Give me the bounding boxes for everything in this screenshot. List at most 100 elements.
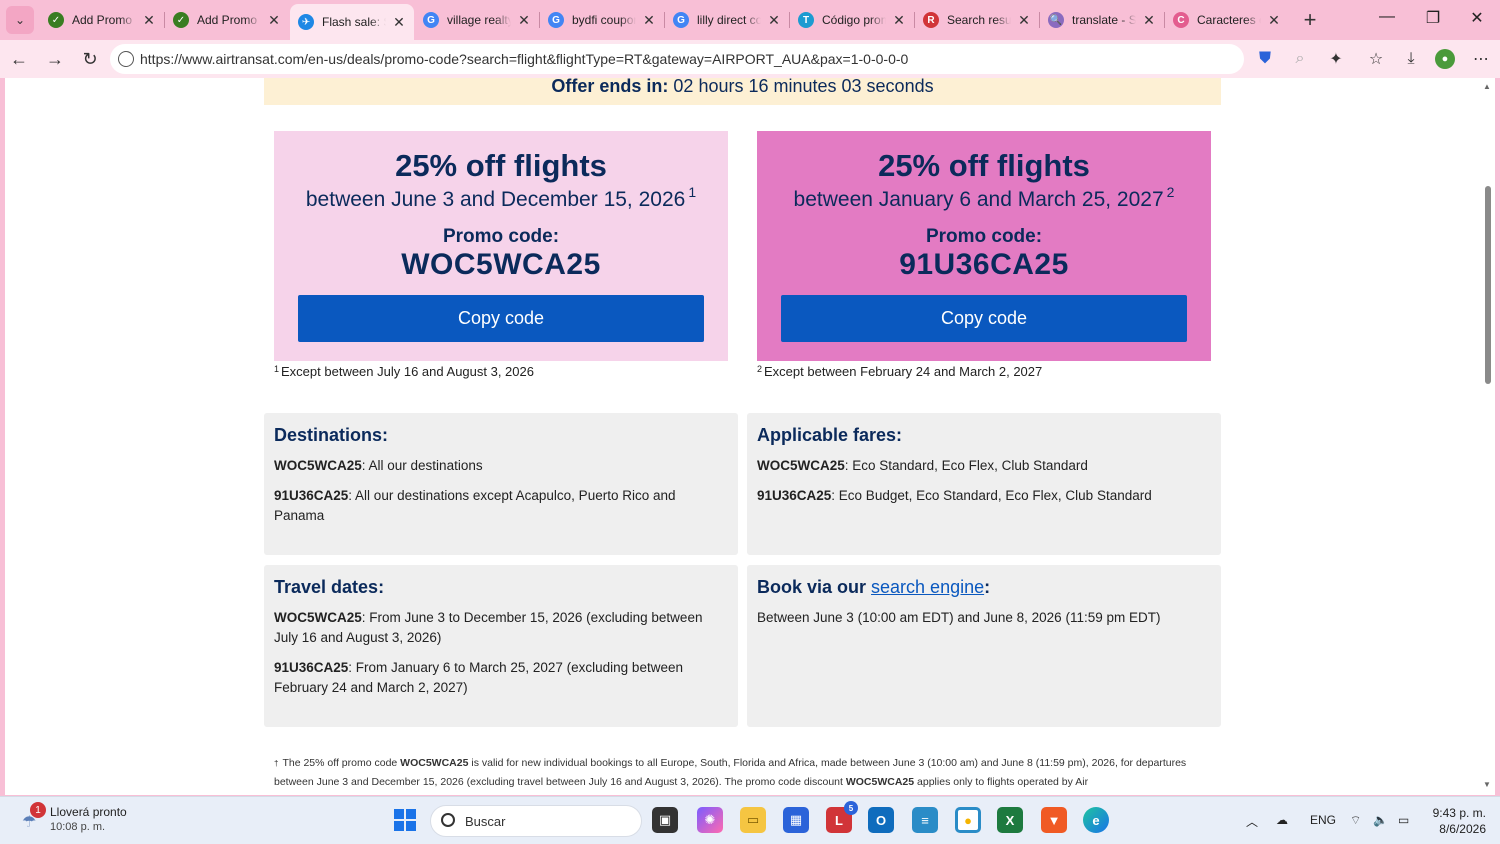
close-tab-icon[interactable]: ✕: [642, 12, 656, 29]
destinations-card: Destinations: WOC5WCA25: All our destina…: [264, 413, 738, 555]
refresh-button[interactable]: ↻: [79, 48, 101, 70]
weather-title: Lloverá pronto: [50, 805, 127, 819]
close-tab-icon[interactable]: ✕: [267, 12, 281, 29]
applicable-fares-card: Applicable fares: WOC5WCA25: Eco Standar…: [747, 413, 1221, 555]
copy-code-button[interactable]: Copy code: [781, 295, 1187, 342]
fares-row: 91U36CA25: Eco Budget, Eco Standard, Eco…: [757, 488, 1152, 503]
weather-widget[interactable]: ☂ 1 Lloverá pronto 10:08 p. m.: [20, 802, 127, 833]
tab-title: translate - Se: [1072, 13, 1136, 27]
windows-taskbar: ☂ 1 Lloverá pronto 10:08 p. m. Buscar ▣ …: [0, 796, 1500, 844]
favorites-icon[interactable]: ☆: [1366, 49, 1386, 69]
tab-title: Add Promo C: [197, 13, 261, 27]
scrollbar-thumb[interactable]: [1485, 186, 1491, 384]
tab-title: bydfi coupon: [572, 13, 636, 27]
tab-title: Search results: [947, 13, 1011, 27]
destinations-row: 91U36CA25: All our destinations except A…: [274, 488, 676, 523]
promo-code: WOC5WCA25: [401, 248, 601, 281]
download-icon[interactable]: ⤓: [1401, 49, 1421, 69]
tab-title: Caracteres e: [1197, 13, 1261, 27]
address-bar[interactable]: https://www.airtransat.com/en-us/deals/p…: [110, 44, 1244, 74]
minimize-button[interactable]: —: [1372, 8, 1402, 26]
browser-tab[interactable]: ✓ Add Promo C ✕: [165, 4, 289, 36]
clock-time: 9:43 p. m.: [1432, 806, 1486, 820]
excel-icon[interactable]: X: [997, 807, 1023, 833]
profile-avatar-icon[interactable]: ●: [1435, 49, 1455, 69]
file-explorer-icon[interactable]: ▭: [740, 807, 766, 833]
close-tab-icon[interactable]: ✕: [142, 12, 156, 29]
search-engine-link[interactable]: search engine: [871, 577, 984, 597]
task-view-icon[interactable]: ▣: [652, 807, 678, 833]
tab-favicon-icon: T: [798, 12, 814, 28]
copy-code-button[interactable]: Copy code: [298, 295, 704, 342]
browser-tab[interactable]: ✈ Flash sale: Sa ✕: [290, 4, 414, 40]
taskbar-search-placeholder: Buscar: [465, 813, 506, 829]
tab-favicon-icon: G: [673, 12, 689, 28]
travel-row: 91U36CA25: From January 6 to March 25, 2…: [274, 660, 683, 695]
brave-icon[interactable]: ▼: [1041, 807, 1067, 833]
tab-favicon-icon: G: [423, 12, 439, 28]
mail-count-badge: 5: [844, 801, 858, 815]
refresh-icon: ↻: [82, 48, 98, 69]
tab-favicon-icon: C: [1173, 12, 1189, 28]
tab-title: lilly direct co: [697, 13, 761, 27]
browser-tab[interactable]: Gvillage realty ✕: [415, 4, 539, 36]
weather-badge: 1: [30, 802, 46, 818]
notepad-icon[interactable]: ≡: [912, 807, 938, 833]
close-window-button[interactable]: ✕: [1462, 8, 1492, 28]
browser-tab[interactable]: 🔍 translate - Se ✕: [1040, 4, 1164, 36]
edge-icon[interactable]: e: [1083, 807, 1109, 833]
outlook-icon[interactable]: O: [868, 807, 894, 833]
book-title: Book via our search engine:: [757, 577, 991, 597]
scroll-up-icon[interactable]: ▲: [1483, 82, 1491, 91]
scroll-down-icon[interactable]: ▼: [1483, 780, 1491, 789]
tab-favicon-icon: G: [548, 12, 564, 28]
tab-favicon-icon: ✓: [173, 12, 189, 28]
tab-actions-menu-button[interactable]: ⌄: [6, 6, 34, 34]
page-scrollbar[interactable]: ▲ ▼: [1481, 78, 1495, 795]
forward-button[interactable]: →: [44, 48, 66, 70]
new-tab-button[interactable]: +: [1298, 8, 1322, 32]
windows-start-icon[interactable]: [392, 807, 418, 833]
browser-tab[interactable]: C Caracteres e ✕: [1165, 4, 1289, 36]
arrow-right-icon: →: [46, 48, 64, 69]
tab-strip: ⌄ ✓ Add Promo C ✕ ✓ Add Promo C ✕ ✈ Flash sale:…: [0, 0, 1500, 40]
browser-tab[interactable]: ✓ Add Promo C ✕: [40, 4, 164, 36]
restore-button[interactable]: ❐: [1418, 8, 1448, 28]
shield-icon[interactable]: ⛊: [1255, 49, 1275, 69]
store-icon[interactable]: ▦: [783, 807, 809, 833]
back-button[interactable]: ←: [8, 48, 30, 70]
close-tab-icon[interactable]: ✕: [1142, 12, 1156, 29]
close-tab-icon[interactable]: ✕: [1267, 12, 1281, 29]
close-tab-icon[interactable]: ✕: [1017, 12, 1031, 29]
offer-countdown: 02 hours 16 minutes 03 seconds: [673, 78, 934, 96]
browser-tab[interactable]: Gbydfi coupon ✕: [540, 4, 664, 36]
onedrive-icon[interactable]: ☁: [1276, 813, 1288, 827]
tab-title: village realty: [447, 13, 511, 27]
taskbar-search[interactable]: Buscar: [430, 805, 642, 837]
close-tab-icon[interactable]: ✕: [767, 12, 781, 29]
mail-app-icon[interactable]: L5: [826, 801, 858, 833]
browser-tab[interactable]: R Search results ✕: [915, 4, 1039, 36]
battery-icon[interactable]: ▭: [1398, 813, 1409, 827]
browser-tab[interactable]: T Código prom ✕: [790, 4, 914, 36]
close-tab-icon[interactable]: ✕: [392, 14, 406, 31]
more-options-icon[interactable]: ⋯: [1471, 49, 1491, 69]
offer-countdown-banner: Offer ends in: 02 hours 16 minutes 03 se…: [264, 78, 1221, 105]
browser-tab[interactable]: Glilly direct co ✕: [665, 4, 789, 36]
browser-toolbar: ← → ↻ https://www.airtransat.com/en-us/d…: [0, 40, 1500, 78]
promo-card-1: 25% off flights between June 3 and Decem…: [274, 131, 728, 361]
chrome-icon[interactable]: ●: [955, 807, 981, 833]
close-tab-icon[interactable]: ✕: [517, 12, 531, 29]
taskbar-clock[interactable]: 9:43 p. m. 8/6/2026: [1428, 805, 1486, 837]
promo-period: between June 3 and December 15, 2026 1: [305, 184, 697, 211]
show-hidden-icons-icon[interactable]: ︿: [1246, 813, 1258, 830]
promo-code-label: Promo code:: [925, 226, 1043, 247]
wifi-icon[interactable]: ⌔: [1350, 813, 1361, 828]
language-indicator[interactable]: ENG: [1310, 813, 1336, 827]
clock-date: 8/6/2026: [1439, 822, 1486, 836]
extensions-icon[interactable]: ✦: [1326, 49, 1346, 69]
copilot-icon[interactable]: ✺: [697, 807, 723, 833]
zoom-icon[interactable]: ⌕: [1290, 49, 1310, 69]
volume-icon[interactable]: 🔈: [1373, 813, 1388, 827]
close-tab-icon[interactable]: ✕: [892, 12, 906, 29]
